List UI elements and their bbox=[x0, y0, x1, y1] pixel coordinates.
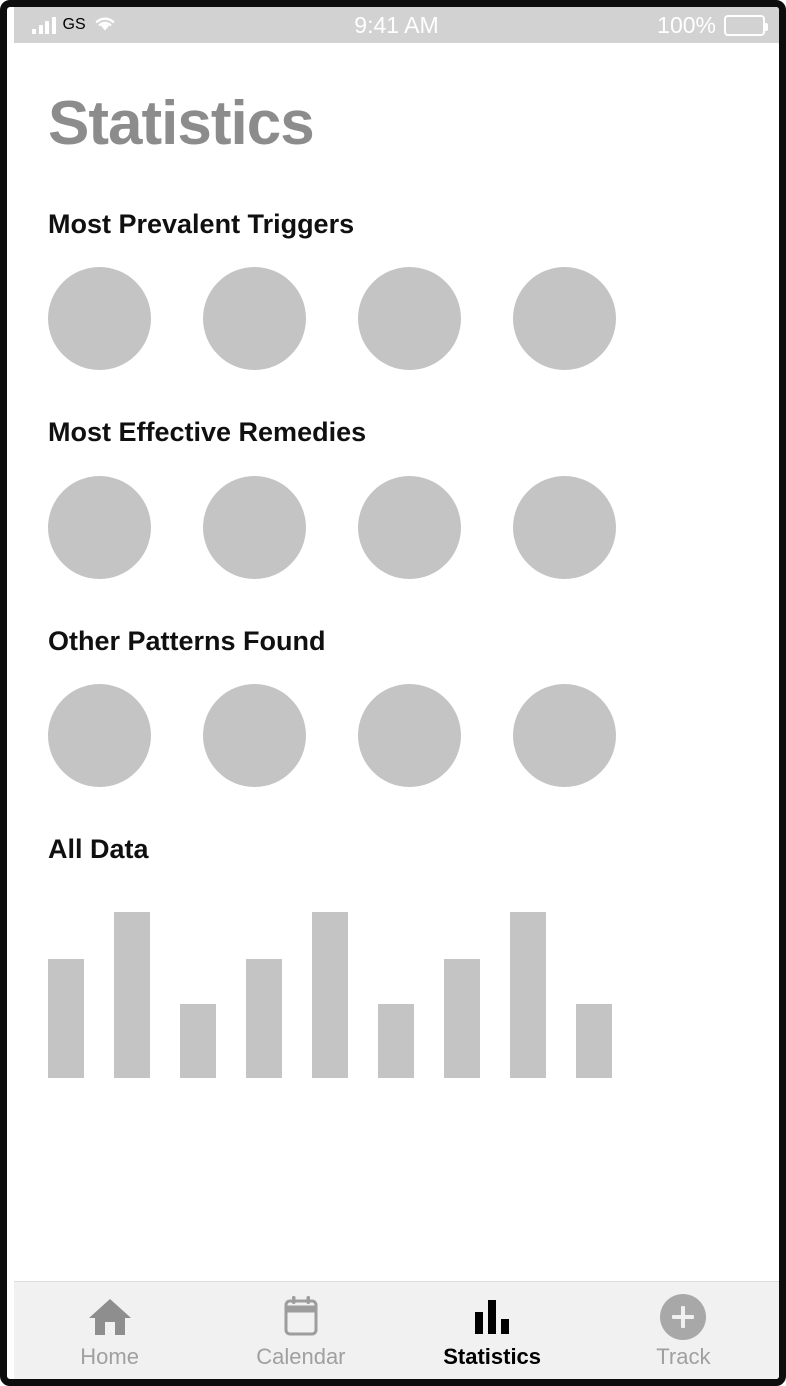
page-title: Statistics bbox=[48, 89, 315, 158]
battery-percent-label: 100% bbox=[657, 11, 716, 38]
tab-home[interactable]: Home bbox=[14, 1294, 205, 1368]
remedy-placeholder-1[interactable] bbox=[48, 475, 151, 579]
tab-label: Home bbox=[80, 1344, 139, 1369]
main-content: Statistics Most Prevalent Triggers Most … bbox=[14, 43, 779, 1281]
chart-bar bbox=[114, 911, 150, 1078]
section-title: Most Effective Remedies bbox=[48, 417, 367, 448]
pattern-circle-row bbox=[48, 684, 745, 788]
chart-bar bbox=[48, 959, 84, 1078]
remedy-circle-row bbox=[48, 475, 745, 579]
chart-bar bbox=[312, 911, 348, 1078]
trigger-placeholder-2[interactable] bbox=[203, 267, 306, 371]
plus-circle-icon bbox=[660, 1294, 707, 1340]
status-bar: GS 9:41 AM 100% bbox=[14, 7, 779, 43]
battery-full-icon bbox=[724, 14, 768, 36]
remedy-placeholder-4[interactable] bbox=[513, 475, 616, 579]
tab-statistics[interactable]: Statistics bbox=[397, 1294, 588, 1368]
section-all-data: All Data bbox=[48, 833, 745, 1078]
chart-bar bbox=[180, 1004, 216, 1078]
tab-label: Track bbox=[656, 1344, 711, 1369]
section-title: All Data bbox=[48, 834, 149, 865]
phone-device-frame: GS 9:41 AM 100% Statistics Most Prevalen… bbox=[0, 0, 786, 1386]
chart-bar bbox=[378, 1004, 414, 1078]
section-most-effective-remedies: Most Effective Remedies bbox=[48, 416, 745, 579]
trigger-placeholder-3[interactable] bbox=[358, 267, 461, 371]
pattern-placeholder-4[interactable] bbox=[513, 684, 616, 788]
chart-bar bbox=[576, 1004, 612, 1078]
bar-group bbox=[444, 911, 612, 1078]
bar-group bbox=[246, 911, 414, 1078]
pattern-placeholder-2[interactable] bbox=[203, 684, 306, 788]
phone-screen: GS 9:41 AM 100% Statistics Most Prevalen… bbox=[14, 7, 779, 1379]
pattern-placeholder-3[interactable] bbox=[358, 684, 461, 788]
home-icon bbox=[87, 1294, 133, 1340]
tab-label: Calendar bbox=[256, 1344, 346, 1369]
tab-calendar[interactable]: Calendar bbox=[205, 1294, 396, 1368]
tab-track[interactable]: Track bbox=[588, 1294, 779, 1368]
calendar-icon bbox=[279, 1294, 323, 1340]
chart-bar bbox=[246, 959, 282, 1078]
section-title: Most Prevalent Triggers bbox=[48, 209, 355, 240]
bar-chart-icon bbox=[475, 1294, 510, 1340]
section-most-prevalent-triggers: Most Prevalent Triggers bbox=[48, 208, 745, 371]
trigger-placeholder-4[interactable] bbox=[513, 267, 616, 371]
all-data-bar-chart bbox=[48, 900, 745, 1078]
trigger-placeholder-1[interactable] bbox=[48, 267, 151, 371]
bottom-tab-bar: Home Calendar Statistics Track bbox=[14, 1281, 779, 1379]
remedy-placeholder-3[interactable] bbox=[358, 475, 461, 579]
status-bar-right: 100% bbox=[657, 7, 768, 43]
bar-group bbox=[48, 911, 216, 1078]
trigger-circle-row bbox=[48, 267, 745, 371]
chart-bar bbox=[510, 911, 546, 1078]
remedy-placeholder-2[interactable] bbox=[203, 475, 306, 579]
section-title: Other Patterns Found bbox=[48, 625, 326, 656]
section-other-patterns-found: Other Patterns Found bbox=[48, 625, 745, 788]
tab-label: Statistics bbox=[443, 1344, 542, 1369]
chart-bar bbox=[444, 959, 480, 1078]
pattern-placeholder-1[interactable] bbox=[48, 684, 151, 788]
